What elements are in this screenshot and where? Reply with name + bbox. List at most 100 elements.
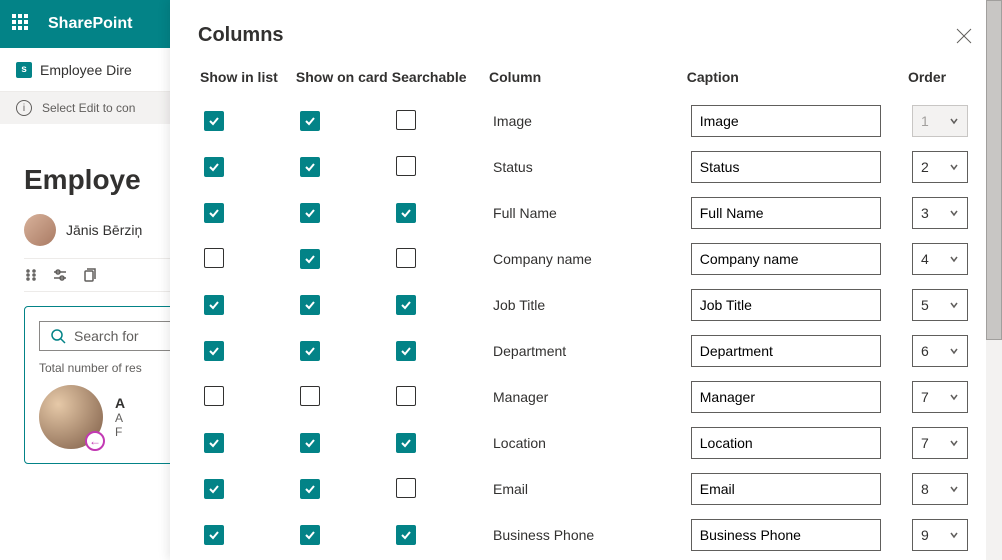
message-text: Select Edit to con xyxy=(42,101,135,115)
show-in-list-checkbox[interactable] xyxy=(204,433,224,453)
order-select[interactable]: 5 xyxy=(912,289,968,321)
caption-input[interactable] xyxy=(691,427,881,459)
header-searchable: Searchable xyxy=(392,69,487,97)
order-select[interactable]: 8 xyxy=(912,473,968,505)
show-on-card-checkbox[interactable] xyxy=(300,203,320,223)
table-row: Location7 xyxy=(200,421,972,465)
searchable-checkbox[interactable] xyxy=(396,110,416,130)
show-in-list-checkbox[interactable] xyxy=(204,341,224,361)
table-row: Department 6 xyxy=(200,329,972,373)
chevron-down-icon xyxy=(949,208,959,218)
order-select[interactable]: 7 xyxy=(912,381,968,413)
breadcrumb-label[interactable]: Employee Dire xyxy=(40,62,132,78)
caption-input[interactable] xyxy=(691,519,881,551)
column-name: Business Phone xyxy=(493,527,594,543)
caption-input[interactable] xyxy=(691,197,881,229)
chevron-down-icon xyxy=(949,254,959,264)
caption-input[interactable] xyxy=(691,381,881,413)
close-icon[interactable] xyxy=(954,26,974,46)
show-in-list-checkbox[interactable] xyxy=(204,157,224,177)
show-in-list-checkbox[interactable] xyxy=(204,203,224,223)
show-on-card-checkbox[interactable] xyxy=(300,249,320,269)
order-value: 8 xyxy=(921,481,929,497)
order-value: 3 xyxy=(921,205,929,221)
header-show-on-card: Show on card xyxy=(296,69,390,97)
searchable-checkbox[interactable] xyxy=(396,433,416,453)
searchable-checkbox[interactable] xyxy=(396,248,416,268)
searchable-checkbox[interactable] xyxy=(396,386,416,406)
column-name: Full Name xyxy=(493,205,557,221)
table-row: Email8 xyxy=(200,467,972,511)
order-select[interactable]: 4 xyxy=(912,243,968,275)
order-select: 1 xyxy=(912,105,968,137)
searchable-checkbox[interactable] xyxy=(396,478,416,498)
scrollbar-thumb[interactable] xyxy=(986,0,1002,340)
chevron-down-icon xyxy=(949,484,959,494)
drag-handle-icon[interactable] xyxy=(24,268,38,282)
order-select[interactable]: 2 xyxy=(912,151,968,183)
caption-input[interactable] xyxy=(691,335,881,367)
chevron-down-icon xyxy=(949,346,959,356)
table-row: Manager 7 xyxy=(200,375,972,419)
employee-avatar: ← xyxy=(39,385,103,449)
search-placeholder: Search for xyxy=(74,328,139,344)
searchable-checkbox[interactable] xyxy=(396,295,416,315)
caption-input[interactable] xyxy=(691,243,881,275)
author-avatar xyxy=(24,214,56,246)
searchable-checkbox[interactable] xyxy=(396,156,416,176)
order-value: 1 xyxy=(921,113,929,129)
chevron-down-icon xyxy=(949,438,959,448)
show-on-card-checkbox[interactable] xyxy=(300,525,320,545)
header-order: Order xyxy=(908,69,972,97)
search-icon xyxy=(50,328,66,344)
order-select[interactable]: 6 xyxy=(912,335,968,367)
show-on-card-checkbox[interactable] xyxy=(300,386,320,406)
chevron-down-icon xyxy=(949,116,959,126)
caption-input[interactable] xyxy=(691,105,881,137)
searchable-checkbox[interactable] xyxy=(396,341,416,361)
caption-input[interactable] xyxy=(691,473,881,505)
order-value: 5 xyxy=(921,297,929,313)
show-in-list-checkbox[interactable] xyxy=(204,479,224,499)
order-select[interactable]: 9 xyxy=(912,519,968,551)
table-row: Job Title 5 xyxy=(200,283,972,327)
column-name: Image xyxy=(493,113,532,129)
show-in-list-checkbox[interactable] xyxy=(204,386,224,406)
settings-slider-icon[interactable] xyxy=(52,267,68,283)
caption-input[interactable] xyxy=(691,151,881,183)
table-row: Business Phone 9 xyxy=(200,513,972,557)
column-name: Status xyxy=(493,159,533,175)
show-in-list-checkbox[interactable] xyxy=(204,525,224,545)
panel-title: Columns xyxy=(198,24,284,47)
columns-panel: Columns Show in list Show on card Search… xyxy=(170,0,1002,560)
show-on-card-checkbox[interactable] xyxy=(300,341,320,361)
duplicate-icon[interactable] xyxy=(82,268,96,282)
app-launcher-icon[interactable] xyxy=(12,14,32,34)
header-column: Column xyxy=(489,69,685,97)
order-value: 2 xyxy=(921,159,929,175)
table-row: Status 2 xyxy=(200,145,972,189)
header-caption: Caption xyxy=(687,69,906,97)
caption-input[interactable] xyxy=(691,289,881,321)
column-name: Job Title xyxy=(493,297,545,313)
employee-line2: A xyxy=(115,411,125,425)
searchable-checkbox[interactable] xyxy=(396,525,416,545)
order-select[interactable]: 3 xyxy=(912,197,968,229)
searchable-checkbox[interactable] xyxy=(396,203,416,223)
show-on-card-checkbox[interactable] xyxy=(300,157,320,177)
site-icon: s xyxy=(16,62,32,78)
show-on-card-checkbox[interactable] xyxy=(300,433,320,453)
show-in-list-checkbox[interactable] xyxy=(204,295,224,315)
order-select[interactable]: 7 xyxy=(912,427,968,459)
info-icon: i xyxy=(16,100,32,116)
author-name: Jānis Bērziņ xyxy=(66,222,142,238)
show-on-card-checkbox[interactable] xyxy=(300,479,320,499)
chevron-down-icon xyxy=(949,530,959,540)
column-name: Department xyxy=(493,343,566,359)
show-in-list-checkbox[interactable] xyxy=(204,248,224,268)
show-on-card-checkbox[interactable] xyxy=(300,111,320,131)
order-value: 4 xyxy=(921,251,929,267)
show-in-list-checkbox[interactable] xyxy=(204,111,224,131)
column-name: Manager xyxy=(493,389,548,405)
show-on-card-checkbox[interactable] xyxy=(300,295,320,315)
